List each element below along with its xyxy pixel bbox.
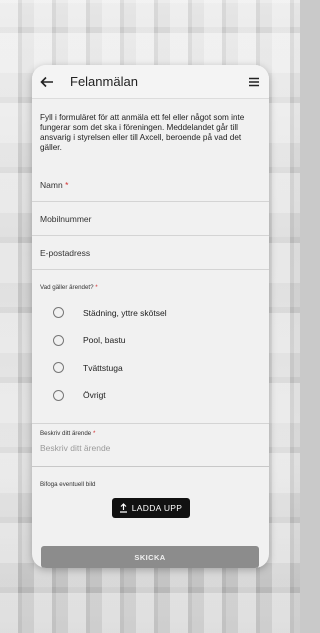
intro-text: Fyll i formuläret för att anmäla ett fel… [40, 113, 245, 152]
phone-label: Mobilnummer [40, 213, 92, 224]
submit-button[interactable]: SKICKA [41, 546, 259, 568]
radio-button[interactable] [53, 307, 64, 319]
radio-button[interactable] [53, 334, 64, 346]
required-marker: * [65, 179, 69, 190]
page-title: Felanmälan [70, 74, 138, 89]
name-field[interactable]: Namn * [32, 168, 269, 202]
form-card: Felanmälan Fyll i formuläret för att anm… [32, 65, 269, 568]
radio-option-tvattstuga[interactable]: Tvättstuga [32, 354, 269, 382]
radio-button[interactable] [53, 362, 64, 374]
description-placeholder[interactable]: Beskriv ditt ärende [40, 443, 261, 453]
radio-option-pool[interactable]: Pool, bastu [32, 327, 269, 355]
app-bar: Felanmälan [32, 65, 269, 99]
question-label: Vad gäller ärendet? * [40, 284, 98, 291]
description-field[interactable]: Beskriv ditt ärende * Beskriv ditt ärend… [32, 423, 269, 467]
upload-button[interactable]: LADDA UPP [111, 498, 190, 518]
upload-icon [119, 503, 127, 513]
radio-option-stadning[interactable]: Städning, yttre skötsel [32, 299, 269, 327]
menu-icon[interactable] [247, 75, 261, 89]
phone-field[interactable]: Mobilnummer [32, 202, 269, 236]
radio-button[interactable] [53, 389, 64, 401]
back-arrow-icon[interactable] [40, 74, 56, 90]
radio-option-ovrigt[interactable]: Övrigt [32, 382, 269, 410]
attachment-label: Bifoga eventuell bild [40, 481, 96, 488]
description-label: Beskriv ditt ärende * [40, 430, 96, 437]
email-field[interactable]: E-postadress [32, 236, 269, 270]
name-label: Namn [40, 179, 63, 190]
email-label: E-postadress [40, 247, 91, 258]
